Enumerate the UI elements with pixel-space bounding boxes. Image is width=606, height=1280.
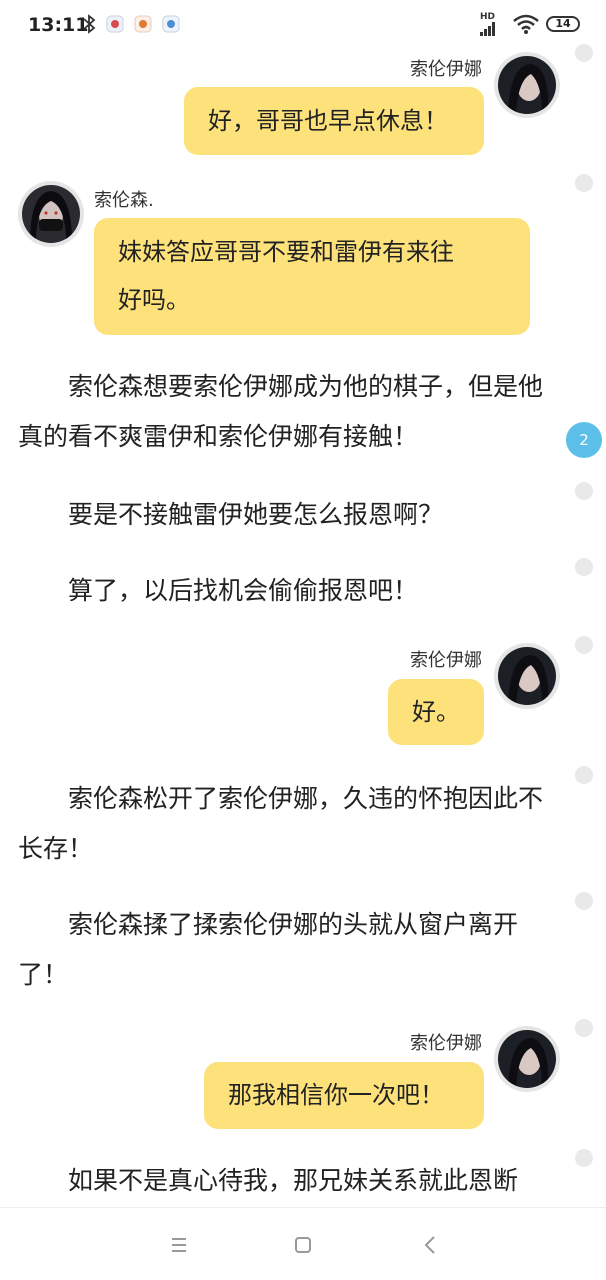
avatar-suolunsen[interactable]	[18, 181, 84, 247]
status-bar: 13:11 HD 14	[0, 0, 606, 50]
chat-bubble: 妹妹答应哥哥不要和雷伊有来往 好吗。	[94, 218, 530, 335]
avatar-suolunyina[interactable]	[494, 643, 560, 709]
system-nav-bar	[0, 1207, 606, 1280]
speaker-name: 索伦伊娜	[410, 59, 482, 80]
chat-bubble: 好。	[388, 679, 484, 745]
comment-dot[interactable]	[575, 766, 593, 784]
signal-icon	[480, 22, 495, 36]
status-time: 13:11	[28, 14, 89, 36]
chat-bubble: 好，哥哥也早点休息！	[184, 87, 484, 155]
bluetooth-icon	[83, 14, 96, 34]
narration-paragraph: 要是不接触雷伊她要怎么报恩啊？	[68, 500, 444, 529]
speaker-name: 索伦伊娜	[410, 1033, 482, 1054]
avatar-image	[498, 56, 556, 114]
comment-dot[interactable]	[575, 1149, 593, 1167]
comment-count-badge[interactable]: 2	[566, 422, 602, 458]
avatar-image	[498, 647, 556, 705]
comment-dot[interactable]	[575, 1019, 593, 1037]
speaker-name: 索伦伊娜	[410, 650, 482, 671]
back-icon[interactable]	[414, 1228, 448, 1262]
avatar-image	[498, 1030, 556, 1088]
chat-bubble: 那我相信你一次吧！	[204, 1062, 484, 1129]
narration-paragraph: 算了，以后找机会偷偷报恩吧！	[68, 576, 419, 605]
comment-dot[interactable]	[575, 174, 593, 192]
speaker-name: 索伦森.	[94, 190, 154, 211]
narration-paragraph: 索伦森想要索伦伊娜成为他的棋子，但是他真的看不爽雷伊和索伦伊娜有接触！	[18, 372, 544, 451]
comment-dot[interactable]	[575, 482, 593, 500]
avatar-image	[22, 185, 80, 243]
battery-indicator: 14	[546, 16, 580, 32]
app-notification-icon-2	[134, 15, 152, 33]
comment-dot[interactable]	[575, 44, 593, 62]
home-icon[interactable]	[286, 1228, 320, 1262]
comment-dot[interactable]	[575, 892, 593, 910]
app-notification-icon	[106, 15, 124, 33]
narration-paragraph: 索伦森松开了索伦伊娜，久违的怀抱因此不长存！	[18, 784, 544, 863]
narration-paragraph: 如果不是真心待我，那兄妹关系就此恩断	[68, 1166, 519, 1195]
chat-bubble-line: 好吗。	[118, 286, 190, 314]
hd-label: HD	[480, 12, 496, 22]
comment-dot[interactable]	[575, 558, 593, 576]
avatar-suolunyina[interactable]	[494, 1026, 560, 1092]
app-notification-icon-3	[162, 15, 180, 33]
chat-bubble-line: 妹妹答应哥哥不要和雷伊有来往	[118, 238, 454, 266]
wifi-icon	[513, 14, 539, 34]
comment-dot[interactable]	[575, 636, 593, 654]
avatar-suolunyina[interactable]	[494, 52, 560, 118]
menu-icon[interactable]	[162, 1228, 196, 1262]
narration-paragraph: 索伦森揉了揉索伦伊娜的头就从窗户离开了！	[18, 910, 519, 989]
